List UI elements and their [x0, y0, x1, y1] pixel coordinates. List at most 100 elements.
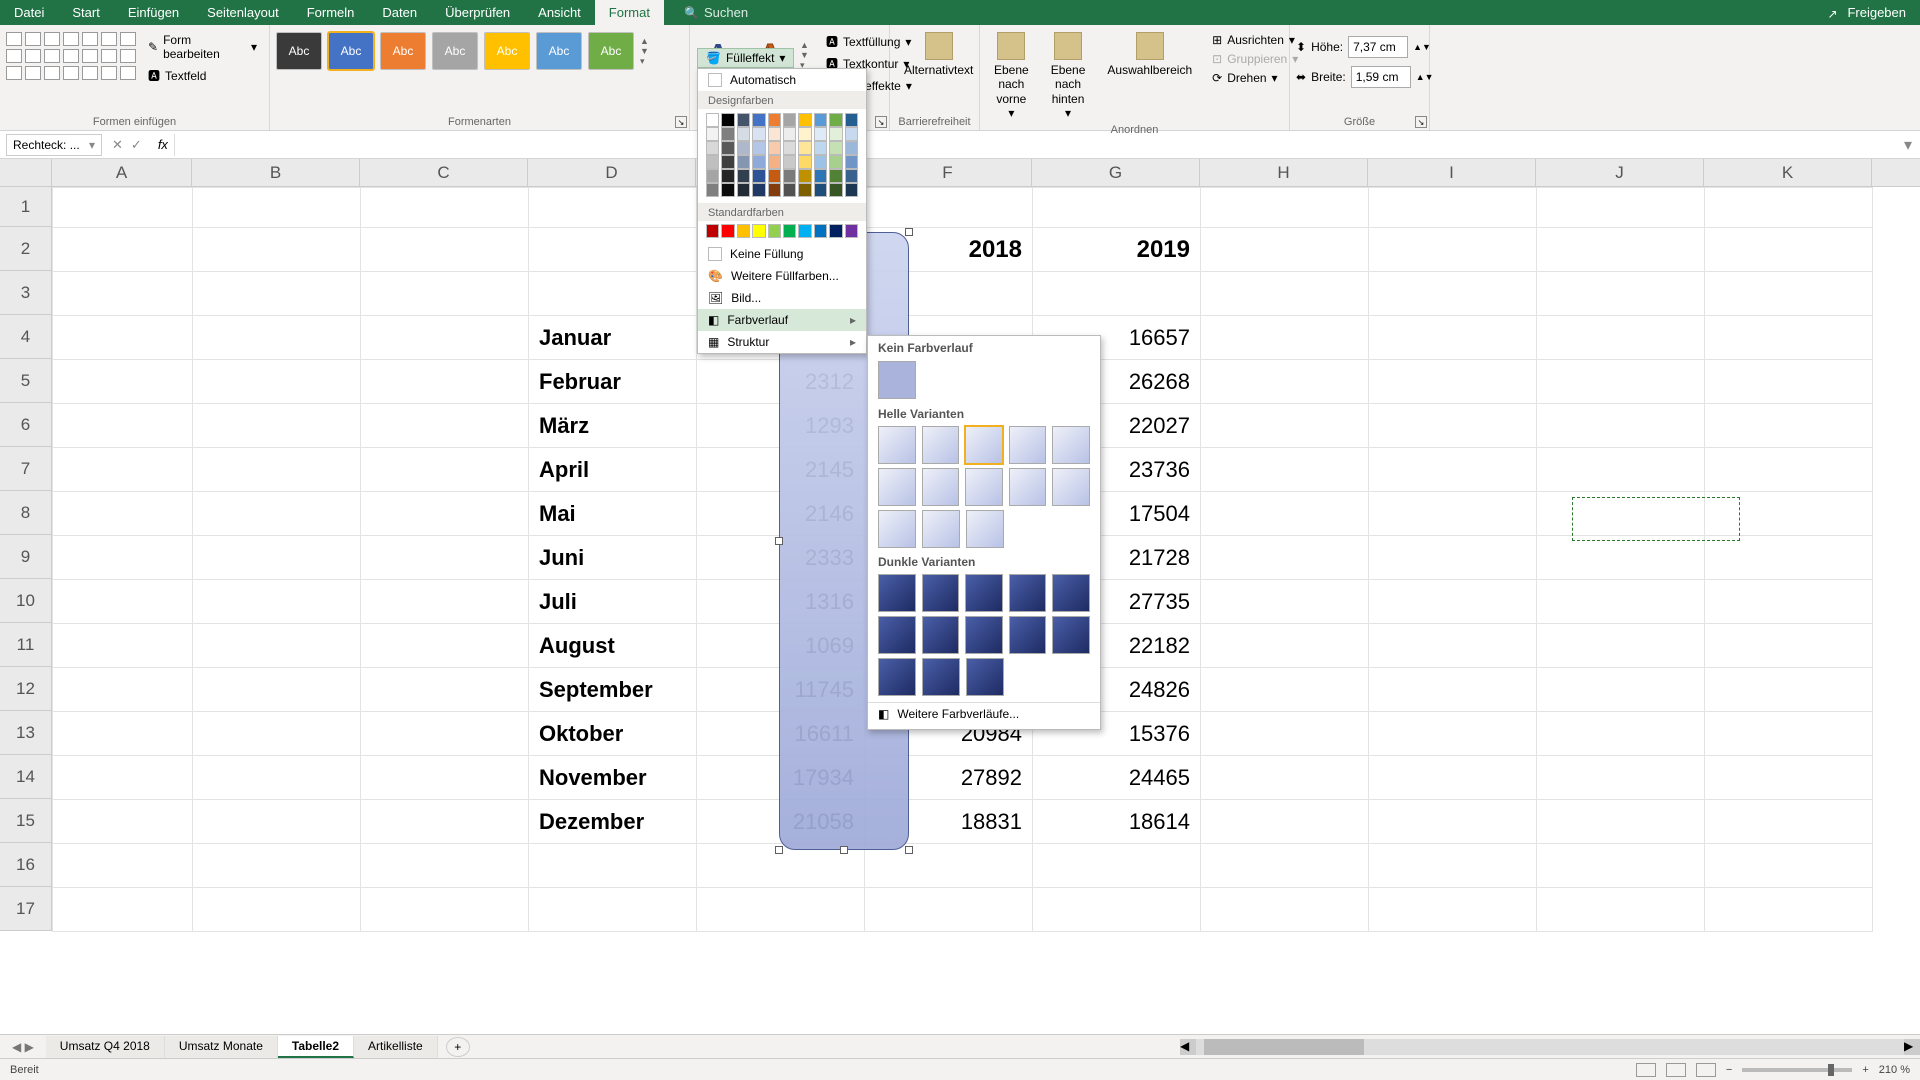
- height-input[interactable]: [1348, 36, 1408, 58]
- cell[interactable]: September: [529, 668, 697, 712]
- dialog-launcher-icon[interactable]: ↘: [1415, 116, 1427, 128]
- cell[interactable]: [1201, 492, 1369, 536]
- color-swatch[interactable]: [829, 113, 842, 127]
- cell[interactable]: [53, 624, 193, 668]
- gradient-light-swatch[interactable]: [878, 468, 916, 506]
- more-gradients[interactable]: ◧ Weitere Farbverläufe...: [868, 702, 1100, 725]
- cell[interactable]: [1705, 316, 1873, 360]
- send-backward-button[interactable]: Ebene nach hinten ▾: [1043, 28, 1094, 121]
- cell[interactable]: [53, 668, 193, 712]
- width-input[interactable]: [1351, 66, 1411, 88]
- cell[interactable]: [1369, 316, 1537, 360]
- cell[interactable]: Dezember: [529, 800, 697, 844]
- cell[interactable]: [1033, 844, 1201, 888]
- cell[interactable]: [193, 624, 361, 668]
- gradient-none-swatch[interactable]: [878, 361, 916, 399]
- tab-ansicht[interactable]: Ansicht: [524, 0, 595, 25]
- cell[interactable]: [1705, 844, 1873, 888]
- style-swatch[interactable]: Abc: [536, 32, 582, 70]
- cell[interactable]: [361, 624, 529, 668]
- column-header[interactable]: I: [1368, 159, 1536, 186]
- cell[interactable]: [193, 536, 361, 580]
- cell[interactable]: [53, 492, 193, 536]
- gradient-dark-swatch[interactable]: [1009, 574, 1047, 612]
- cell[interactable]: [193, 668, 361, 712]
- cell[interactable]: [1201, 316, 1369, 360]
- add-sheet-button[interactable]: +: [446, 1037, 470, 1057]
- cell[interactable]: [1369, 668, 1537, 712]
- sheet-tab[interactable]: Tabelle2: [278, 1036, 354, 1058]
- fill-automatic[interactable]: Automatisch: [698, 69, 866, 91]
- cell[interactable]: [1369, 272, 1537, 316]
- cell[interactable]: [1537, 712, 1705, 756]
- cell[interactable]: [361, 888, 529, 932]
- cell[interactable]: 2019: [1033, 228, 1201, 272]
- cell[interactable]: [361, 536, 529, 580]
- gradient-light-swatch[interactable]: [1052, 426, 1090, 464]
- cell[interactable]: [361, 188, 529, 228]
- cell[interactable]: [1201, 536, 1369, 580]
- cell[interactable]: Juni: [529, 536, 697, 580]
- zoom-slider[interactable]: [1742, 1068, 1852, 1072]
- style-swatch[interactable]: Abc: [588, 32, 634, 70]
- cell[interactable]: Juli: [529, 580, 697, 624]
- cell[interactable]: [193, 228, 361, 272]
- row-header[interactable]: 15: [0, 799, 51, 843]
- color-swatch[interactable]: [814, 113, 827, 127]
- cell[interactable]: [361, 712, 529, 756]
- cell[interactable]: [53, 228, 193, 272]
- color-swatch[interactable]: [721, 113, 734, 127]
- color-swatch[interactable]: [752, 224, 765, 238]
- alt-text-button[interactable]: Alternativtext: [896, 28, 981, 77]
- cell[interactable]: [1369, 536, 1537, 580]
- cell[interactable]: [53, 448, 193, 492]
- cell[interactable]: [193, 448, 361, 492]
- color-swatch[interactable]: [798, 224, 811, 238]
- sheet-tab[interactable]: Umsatz Monate: [165, 1036, 278, 1058]
- cell[interactable]: [1705, 580, 1873, 624]
- cell[interactable]: [193, 492, 361, 536]
- dialog-launcher-icon[interactable]: ↘: [875, 116, 887, 128]
- cell[interactable]: [1705, 188, 1873, 228]
- cell[interactable]: [1705, 712, 1873, 756]
- sheet-tab[interactable]: Artikelliste: [354, 1036, 438, 1058]
- column-header[interactable]: A: [52, 159, 192, 186]
- cell[interactable]: [1537, 188, 1705, 228]
- cell[interactable]: [1705, 228, 1873, 272]
- cell[interactable]: [1201, 448, 1369, 492]
- tab-seitenlayout[interactable]: Seitenlayout: [193, 0, 293, 25]
- cell[interactable]: [53, 800, 193, 844]
- cell[interactable]: November: [529, 756, 697, 800]
- cell[interactable]: [193, 360, 361, 404]
- cell[interactable]: [1369, 448, 1537, 492]
- column-header[interactable]: H: [1200, 159, 1368, 186]
- cell[interactable]: [53, 404, 193, 448]
- cell[interactable]: [361, 800, 529, 844]
- more-fill-colors[interactable]: 🎨Weitere Füllfarben...: [698, 265, 866, 287]
- gradient-light-swatch[interactable]: [922, 510, 960, 548]
- color-swatch[interactable]: [706, 224, 719, 238]
- cell[interactable]: [1705, 448, 1873, 492]
- gradient-light-swatch[interactable]: [1052, 468, 1090, 506]
- gradient-dark-swatch[interactable]: [922, 658, 960, 696]
- cell[interactable]: [1369, 800, 1537, 844]
- cell[interactable]: [1705, 404, 1873, 448]
- cell[interactable]: [865, 844, 1033, 888]
- gradient-light-swatch[interactable]: [1009, 468, 1047, 506]
- cell[interactable]: [1033, 888, 1201, 932]
- cell[interactable]: [1537, 624, 1705, 668]
- style-swatch[interactable]: Abc: [484, 32, 530, 70]
- cell[interactable]: [361, 668, 529, 712]
- color-swatch[interactable]: [783, 224, 796, 238]
- view-pagelayout-icon[interactable]: [1666, 1063, 1686, 1077]
- cell[interactable]: [361, 580, 529, 624]
- tab-einfuegen[interactable]: Einfügen: [114, 0, 193, 25]
- row-header[interactable]: 11: [0, 623, 51, 667]
- cell[interactable]: August: [529, 624, 697, 668]
- cell[interactable]: [529, 888, 697, 932]
- cell[interactable]: [1705, 360, 1873, 404]
- cell[interactable]: [1537, 404, 1705, 448]
- cell[interactable]: [1537, 844, 1705, 888]
- cell[interactable]: [1369, 712, 1537, 756]
- gradient-light-swatch[interactable]: [966, 510, 1004, 548]
